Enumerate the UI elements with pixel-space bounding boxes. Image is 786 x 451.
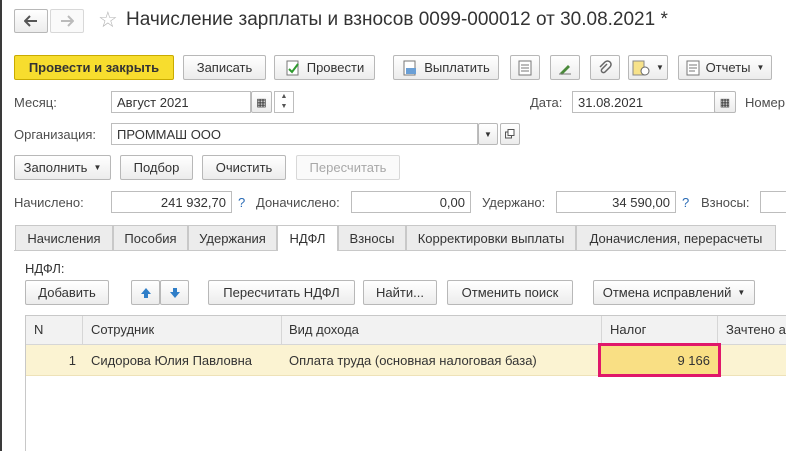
move-down-button[interactable]: [160, 280, 189, 305]
recalculate-ndfl-button[interactable]: Пересчитать НДФЛ: [208, 280, 355, 305]
back-button[interactable]: [14, 9, 48, 33]
row-income-type: Оплата труда (основная налоговая база): [289, 353, 537, 368]
month-label: Месяц:: [14, 95, 57, 110]
chevron-down-icon: ▼: [737, 288, 746, 297]
forward-button[interactable]: [50, 9, 84, 33]
row-employee: Сидорова Юлия Павловна: [91, 353, 253, 368]
arrow-right-icon: [61, 15, 74, 27]
tab-recalculations[interactable]: Доначисления, перерасчеты: [576, 225, 776, 250]
chevron-down-icon: ▼: [756, 63, 765, 72]
arrow-up-icon: [140, 287, 151, 298]
column-header-tax[interactable]: Налог: [610, 322, 646, 337]
cancel-search-button[interactable]: Отменить поиск: [447, 280, 573, 305]
paperclip-icon: [599, 59, 612, 73]
document-menu-button[interactable]: ▼: [628, 55, 668, 80]
date-calendar-button[interactable]: ▦: [714, 91, 736, 113]
contributions-field[interactable]: [760, 191, 786, 213]
date-label: Дата:: [530, 95, 563, 110]
open-link-icon: [505, 129, 515, 139]
month-calendar-button[interactable]: ▦: [251, 91, 272, 113]
move-up-button[interactable]: [131, 280, 160, 305]
window-left-edge: [0, 0, 2, 451]
window-title: Начисление зарплаты и взносов 0099-00001…: [126, 9, 668, 30]
chevron-down-icon: ▼: [484, 129, 492, 139]
column-divider: [281, 316, 282, 344]
pick-button[interactable]: Подбор: [120, 155, 193, 180]
payment-icon: [403, 60, 417, 75]
tab-contributions[interactable]: Взносы: [338, 225, 406, 250]
organization-open-button[interactable]: [500, 123, 520, 145]
withheld-field[interactable]: 34 590,00: [556, 191, 676, 213]
fill-button-label: Заполнить: [23, 160, 88, 175]
organization-label: Организация:: [14, 127, 97, 142]
organization-dropdown-button[interactable]: ▼: [478, 123, 498, 145]
column-header-income-type[interactable]: Вид дохода: [289, 322, 359, 337]
date-field[interactable]: 31.08.2021: [572, 91, 715, 113]
tab-ndfl[interactable]: НДФЛ: [277, 225, 338, 251]
document-schedule-icon: [632, 60, 650, 75]
pay-button-label: Выплатить: [424, 60, 490, 75]
tab-payment-adjustments[interactable]: Корректировки выплаты: [406, 225, 576, 250]
calendar-icon: ▦: [256, 96, 267, 109]
organization-field[interactable]: ПРОММАШ ООО: [111, 123, 478, 145]
column-header-credited[interactable]: Зачтено а: [726, 322, 786, 337]
arrow-left-icon: [24, 15, 37, 27]
cancel-corrections-button[interactable]: Отмена исправлений ▼: [593, 280, 755, 305]
reports-button-label: Отчеты: [705, 60, 751, 75]
find-button[interactable]: Найти...: [363, 280, 437, 305]
column-divider: [717, 316, 718, 344]
tab-deductions[interactable]: Удержания: [188, 225, 277, 250]
cancel-corrections-label: Отмена исправлений: [602, 285, 732, 300]
accrued-label: Начислено:: [14, 195, 84, 210]
stepper-up-icon[interactable]: ▲: [275, 92, 293, 102]
attach-button[interactable]: [590, 55, 620, 80]
row-number: 1: [68, 353, 76, 368]
save-button[interactable]: Записать: [183, 55, 266, 80]
stepper-down-icon[interactable]: ▼: [275, 102, 293, 112]
additional-field[interactable]: 0,00: [351, 191, 471, 213]
chevron-down-icon: ▼: [93, 163, 102, 172]
fill-button[interactable]: Заполнить ▼: [14, 155, 111, 180]
column-divider: [82, 316, 83, 344]
favorite-star-icon[interactable]: ☆: [98, 9, 118, 31]
tab-accruals[interactable]: Начисления: [15, 225, 113, 250]
month-field[interactable]: Август 2021: [111, 91, 251, 113]
accrued-help-icon[interactable]: ?: [238, 195, 245, 210]
row-tax-cell[interactable]: 9 166: [598, 343, 721, 377]
list-button[interactable]: [510, 55, 540, 80]
recalculate-button[interactable]: Пересчитать: [296, 155, 400, 180]
chevron-down-icon: ▼: [656, 63, 664, 72]
tabs-baseline: [14, 250, 786, 251]
post-and-close-button[interactable]: Провести и закрыть: [14, 55, 174, 80]
number-label: Номер: [745, 95, 786, 110]
additional-label: Доначислено:: [256, 195, 340, 210]
post-button-label: Провести: [306, 60, 365, 75]
calendar-icon: ▦: [719, 96, 731, 109]
edit-button[interactable]: [550, 55, 580, 80]
row-tax-value: 9 166: [677, 353, 710, 368]
accrued-field[interactable]: 241 932,70: [111, 191, 232, 213]
arrow-down-icon: [169, 287, 180, 298]
month-stepper[interactable]: ▲ ▼: [274, 91, 294, 113]
reports-button[interactable]: Отчеты ▼: [678, 55, 772, 80]
list-icon: [518, 60, 532, 75]
clear-button[interactable]: Очистить: [202, 155, 286, 180]
contributions-label: Взносы:: [701, 195, 750, 210]
post-button[interactable]: Провести: [274, 55, 375, 80]
withheld-help-icon[interactable]: ?: [682, 195, 689, 210]
tab-benefits[interactable]: Пособия: [113, 225, 188, 250]
column-divider: [601, 316, 602, 344]
column-header-n[interactable]: N: [34, 322, 43, 337]
pencil-icon: [559, 64, 571, 75]
column-header-employee[interactable]: Сотрудник: [91, 322, 154, 337]
withheld-label: Удержано:: [482, 195, 546, 210]
pay-button[interactable]: Выплатить: [393, 55, 499, 80]
report-icon: [686, 60, 700, 75]
post-document-icon: [286, 60, 299, 75]
ndfl-section-label: НДФЛ:: [25, 261, 65, 276]
add-button[interactable]: Добавить: [25, 280, 109, 305]
